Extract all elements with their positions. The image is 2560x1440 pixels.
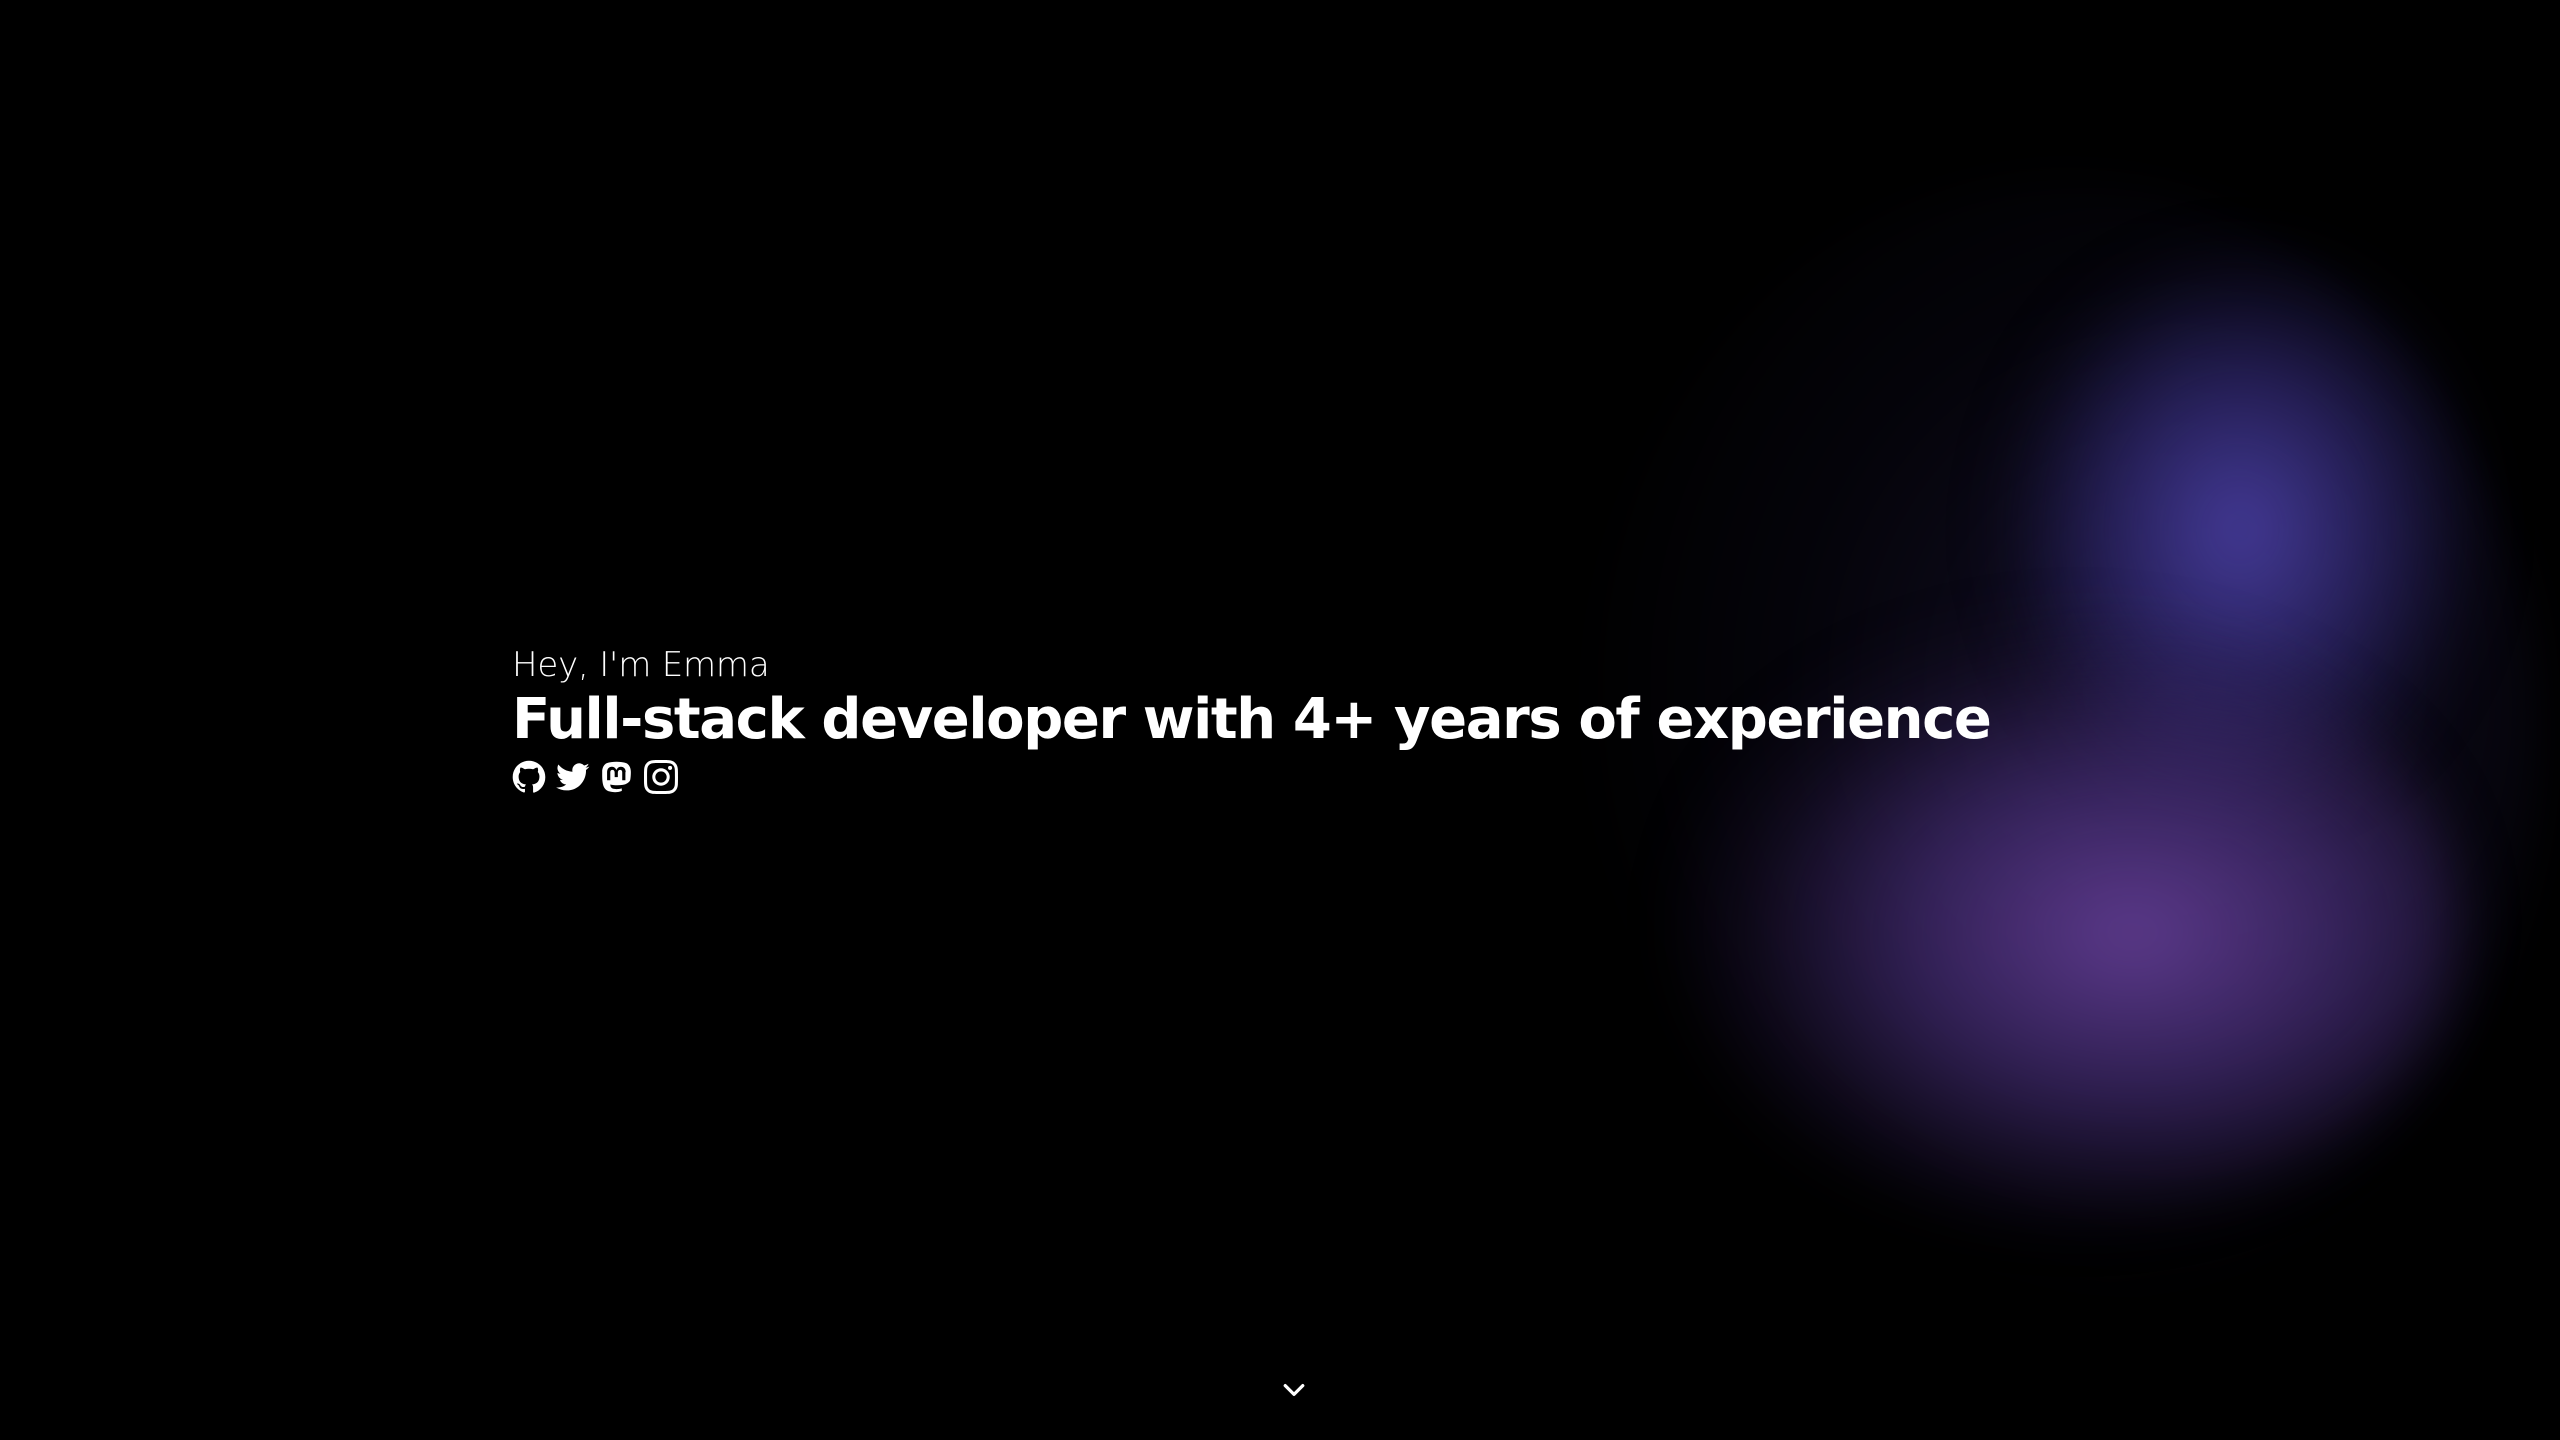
background-glow-blue [2000,250,2480,810]
social-links [512,760,1991,794]
mastodon-link[interactable] [600,760,634,794]
hero-greeting: Hey, I'm Emma [512,645,770,685]
twitter-icon [556,763,590,791]
scroll-down-button[interactable] [1276,1372,1312,1408]
mastodon-icon [602,761,631,793]
twitter-link[interactable] [556,760,590,794]
hero-headline: Full-stack developer with 4+ years of ex… [512,687,1992,752]
instagram-icon [644,760,678,794]
github-link[interactable] [512,760,546,794]
github-icon [512,760,546,793]
chevron-down-icon [1283,1384,1305,1396]
hero-section: Hey, I'm Emma Full-stack developer with … [512,642,1992,794]
instagram-link[interactable] [644,760,678,794]
